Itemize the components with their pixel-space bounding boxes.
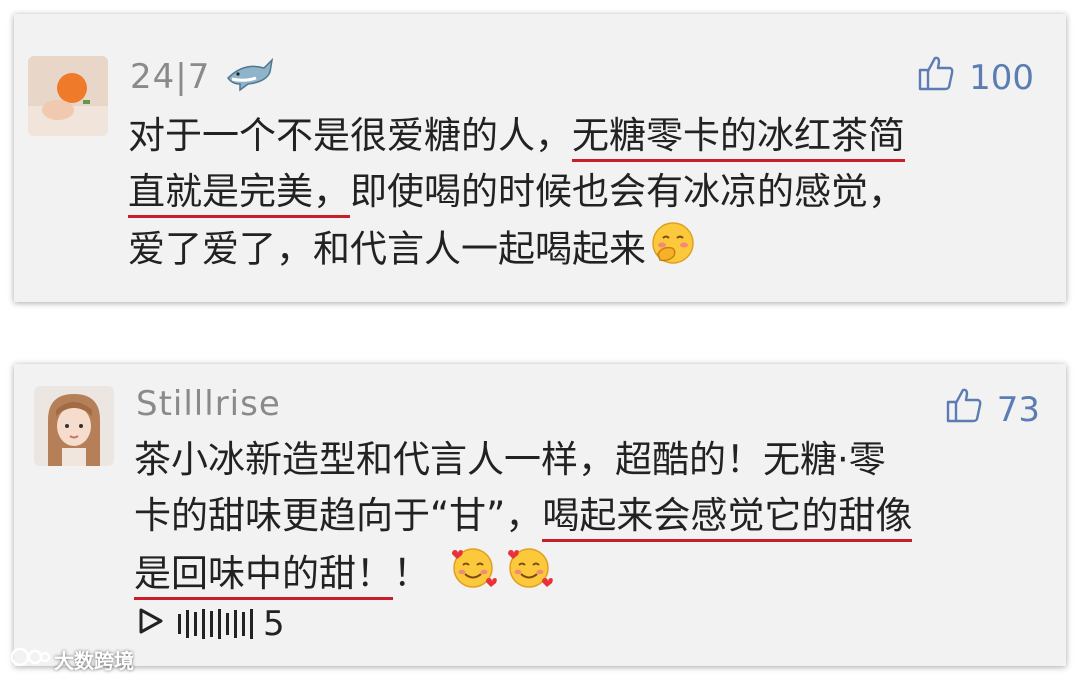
like-count: 73 (996, 389, 1040, 430)
watermark-text: 大数跨境 (54, 649, 134, 673)
avatar[interactable] (34, 386, 114, 466)
username-text: Stilllrise (136, 384, 281, 424)
watermark: 大数跨境 (10, 644, 134, 675)
username-text: 24|7 (130, 57, 211, 97)
comment-text: 茶小冰新造型和代言人一样，超酷的！无糖·零 卡的甜味更趋向于“甘”，喝起来会感觉… (134, 432, 913, 600)
play-icon[interactable] (138, 604, 164, 644)
like-button[interactable]: 100 (917, 54, 1034, 101)
smiling-face-with-hearts-emoji-icon (448, 544, 498, 606)
comment-line: 对于一个不是很爱糖的人， (128, 114, 572, 157)
smiling-face-with-hearts-emoji-icon (504, 544, 554, 606)
voice-message[interactable]: 5 (138, 604, 285, 644)
watermark-logo-icon (10, 644, 54, 675)
voice-count: 5 (263, 604, 285, 644)
comment-text: 对于一个不是很爱糖的人，无糖零卡的冰红茶简 直就是完美，即使喝的时候也会有冰凉的… (128, 108, 905, 276)
thumbs-up-icon (917, 54, 969, 101)
comment-card-1: 24|7 100 对于一个不是很爱糖的人，无糖零卡的冰红茶简 直就是完美，即使喝… (14, 14, 1066, 302)
comment-line: 爱了爱了，和代言人一起喝起来 (128, 227, 646, 271)
underlined-text: 是回味中的甜！ (134, 551, 393, 600)
avatar[interactable] (28, 56, 108, 136)
thumbs-up-icon (945, 386, 997, 433)
comment-card-2: Stilllrise 73 茶小冰新造型和代言人一样，超酷的！无糖·零 卡的甜味… (14, 364, 1066, 666)
comment-line: ！ (393, 551, 430, 595)
like-count: 100 (969, 57, 1034, 98)
username[interactable]: Stilllrise (136, 384, 281, 424)
username[interactable]: 24|7 (130, 54, 274, 103)
underlined-text: 喝起来会感觉它的甜像 (542, 494, 913, 542)
comment-line: 即使喝的时候也会有冰凉的感觉， (350, 170, 905, 213)
hand-over-mouth-emoji-icon (650, 220, 696, 282)
like-button[interactable]: 73 (945, 386, 1040, 433)
underlined-text: 直就是完美， (128, 170, 350, 218)
waveform-icon (178, 609, 253, 639)
comment-line: 茶小冰新造型和代言人一样，超酷的！无糖·零 (134, 438, 886, 481)
underlined-text: 无糖零卡的冰红茶简 (572, 114, 905, 162)
comment-line: 卡的甜味更趋向于“甘”， (134, 494, 543, 537)
shark-emoji-icon (226, 54, 274, 103)
